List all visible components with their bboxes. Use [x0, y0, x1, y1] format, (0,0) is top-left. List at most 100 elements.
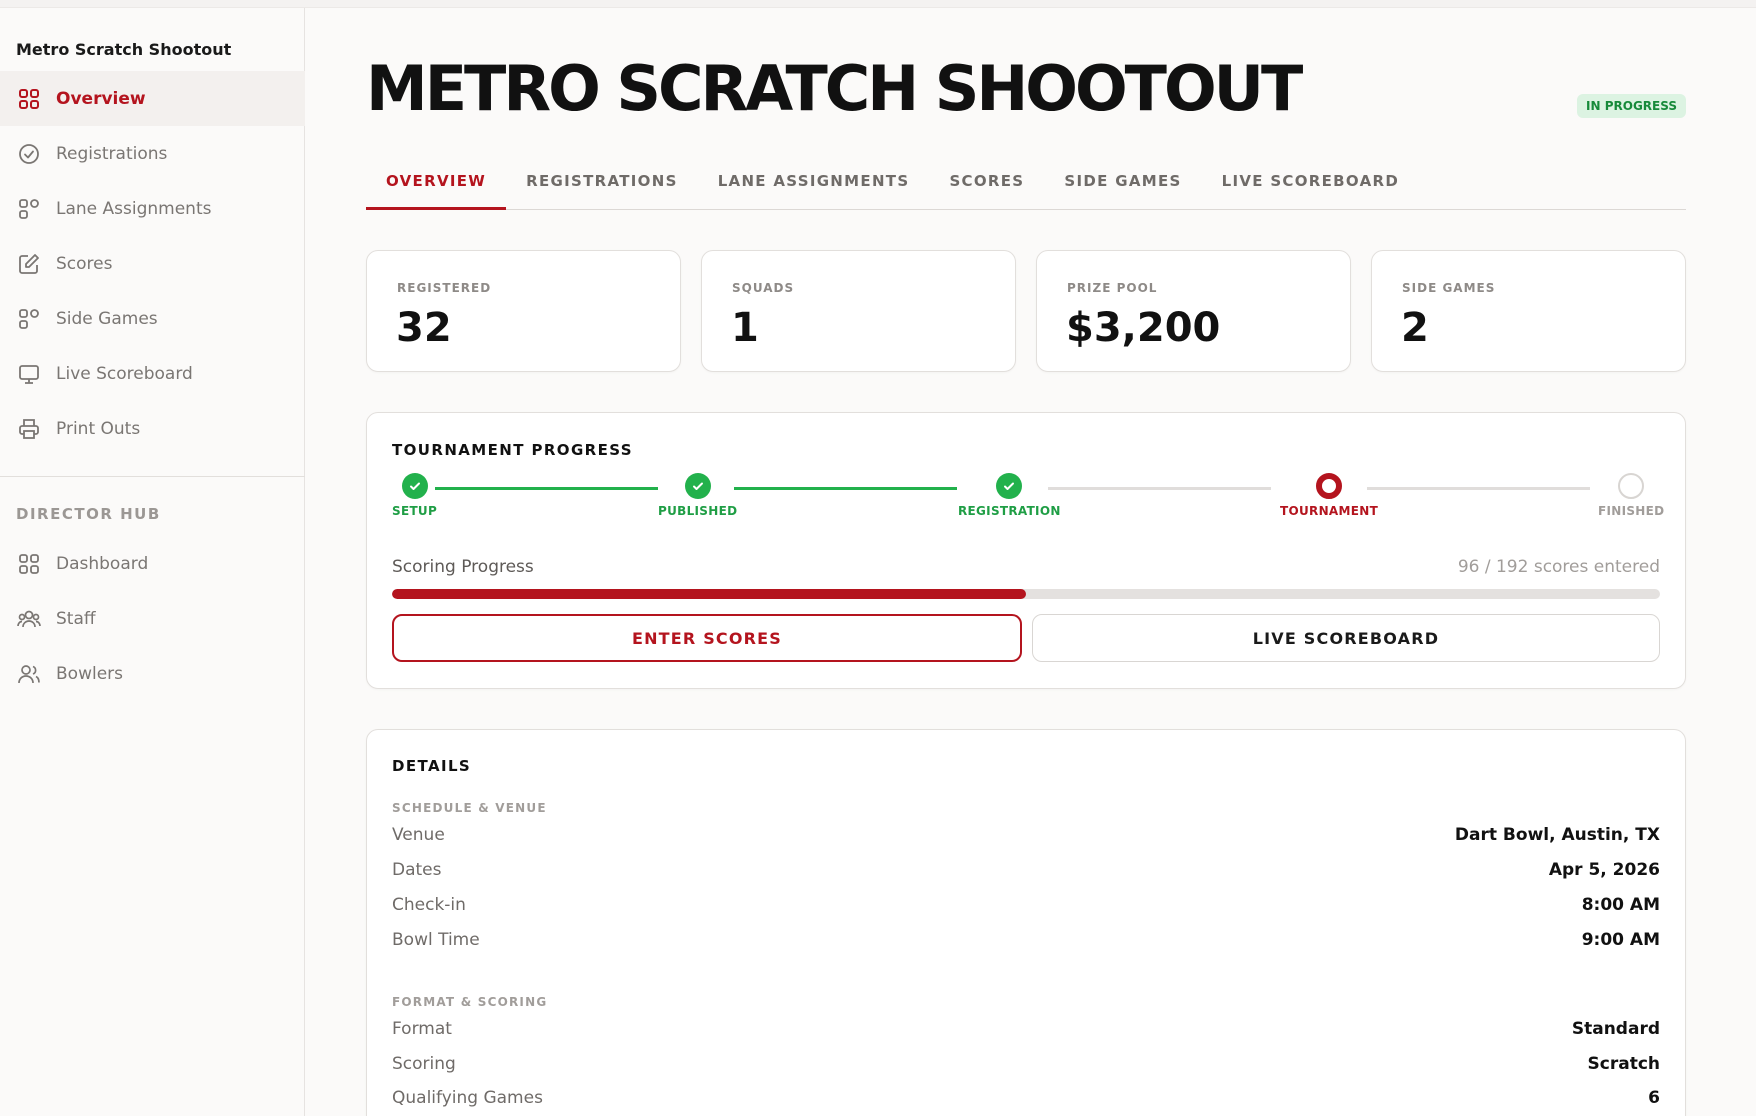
stat-label: PRIZE POOL: [1067, 281, 1158, 295]
detail-value: 8:00 AM: [1581, 895, 1660, 915]
tab-lane-assignments[interactable]: LANE ASSIGNMENTS: [698, 160, 930, 210]
tab-registrations[interactable]: REGISTRATIONS: [506, 160, 698, 210]
step-setup: SETUP: [392, 473, 437, 518]
detail-key: Venue: [392, 825, 445, 845]
sidebar-item-label: Lane Assignments: [56, 198, 212, 219]
live-scoreboard-button[interactable]: LIVE SCOREBOARD: [1032, 614, 1660, 662]
detail-key: Bowl Time: [392, 930, 480, 950]
step-registration: REGISTRATION: [958, 473, 1061, 518]
step-tournament: TOURNAMENT: [1280, 473, 1378, 518]
tab-live-scoreboard[interactable]: LIVE SCOREBOARD: [1202, 160, 1419, 210]
sidebar-item-live-scoreboard[interactable]: Live Scoreboard: [0, 346, 305, 401]
grid-icon: [16, 86, 42, 112]
scoring-progress-fill: [392, 589, 1026, 599]
detail-key: Qualifying Games: [392, 1088, 543, 1108]
lanes-icon: [16, 196, 42, 222]
detail-key: Dates: [392, 860, 442, 880]
detail-key: Format: [392, 1019, 452, 1039]
tab-side-games[interactable]: SIDE GAMES: [1044, 160, 1201, 210]
step-finished: FINISHED: [1598, 473, 1664, 518]
check-circle-icon: [16, 141, 42, 167]
detail-value: 6: [1648, 1088, 1660, 1108]
detail-value: Dart Bowl, Austin, TX: [1454, 825, 1660, 845]
step-connector: [734, 487, 957, 490]
detail-row-format: Format Standard: [392, 1014, 1660, 1044]
sidebar-item-label: Side Games: [56, 308, 158, 329]
dashboard-icon: [16, 551, 42, 577]
sidebar-item-label: Live Scoreboard: [56, 363, 193, 384]
stat-value: 2: [1401, 305, 1429, 351]
sidebar-divider: [0, 476, 305, 477]
stat-card-registered: REGISTERED 32: [366, 250, 681, 372]
step-label: SETUP: [392, 504, 438, 518]
detail-key: Check-in: [392, 895, 466, 915]
sidebar-item-label: Overview: [56, 88, 146, 109]
edit-icon: [16, 251, 42, 277]
progress-stepper: SETUP PUBLISHED REGISTRATION TOURNAMENT: [392, 473, 1664, 533]
detail-value: Standard: [1571, 1019, 1660, 1039]
tab-bar: OVERVIEW REGISTRATIONS LANE ASSIGNMENTS …: [366, 160, 1686, 210]
sidebar-item-registrations[interactable]: Registrations: [0, 126, 305, 181]
step-label: FINISHED: [1598, 504, 1665, 518]
stat-label: SIDE GAMES: [1402, 281, 1496, 295]
sidebar-item-label: Scores: [56, 253, 113, 274]
sidebar-item-bowlers[interactable]: Bowlers: [0, 646, 305, 701]
detail-value: Scratch: [1587, 1054, 1660, 1074]
detail-value: 9:00 AM: [1581, 930, 1660, 950]
stat-card-squads: SQUADS 1: [701, 250, 1016, 372]
step-connector: [435, 487, 658, 490]
stat-card-prize-pool: PRIZE POOL $3,200: [1036, 250, 1351, 372]
stat-value: 32: [396, 305, 452, 351]
check-icon: [996, 473, 1023, 499]
tournament-nav: Overview Registrations Lane Assignments …: [0, 71, 305, 456]
sidebar-item-scores[interactable]: Scores: [0, 236, 305, 291]
step-connector: [1048, 487, 1271, 490]
stat-label: SQUADS: [732, 281, 795, 295]
sidebar-item-lane-assignments[interactable]: Lane Assignments: [0, 181, 305, 236]
tab-overview[interactable]: OVERVIEW: [366, 160, 507, 210]
stat-label: REGISTERED: [397, 281, 492, 295]
tournament-progress-card: TOURNAMENT PROGRESS SETUP PUBLISHED REGI…: [366, 412, 1686, 689]
sidebar-item-label: Print Outs: [56, 418, 141, 439]
director-hub-nav: Dashboard Staff Bowlers: [0, 536, 305, 701]
status-badge: IN PROGRESS: [1577, 94, 1686, 118]
enter-scores-button[interactable]: ENTER SCORES: [392, 614, 1022, 662]
detail-row-bowl-time: Bowl Time 9:00 AM: [392, 925, 1660, 955]
step-published: PUBLISHED: [658, 473, 737, 518]
bowlers-icon: [16, 661, 42, 687]
pending-step-icon: [1618, 473, 1645, 499]
scoring-progress-label: Scoring Progress: [392, 557, 534, 577]
sidebar-item-label: Registrations: [56, 143, 168, 164]
detail-row-scoring: Scoring Scratch: [392, 1049, 1660, 1079]
scoring-progress-count: 96 / 192 scores entered: [1457, 557, 1660, 577]
step-label: REGISTRATION: [958, 504, 1061, 518]
sidebar-item-staff[interactable]: Staff: [0, 591, 305, 646]
sidebar-item-side-games[interactable]: Side Games: [0, 291, 305, 346]
detail-key: Scoring: [392, 1054, 456, 1074]
details-title: DETAILS: [392, 757, 472, 775]
stat-value: $3,200: [1066, 305, 1221, 351]
sidebar: Metro Scratch Shootout Overview Registra…: [0, 8, 305, 1116]
sidebar-item-dashboard[interactable]: Dashboard: [0, 536, 305, 591]
printer-icon: [16, 416, 42, 442]
detail-row-dates: Dates Apr 5, 2026: [392, 855, 1660, 885]
monitor-icon: [16, 361, 42, 387]
step-connector: [1367, 487, 1590, 490]
detail-row-venue: Venue Dart Bowl, Austin, TX: [392, 820, 1660, 850]
sidebar-item-print-outs[interactable]: Print Outs: [0, 401, 305, 456]
details-card: DETAILS SCHEDULE & VENUE Venue Dart Bowl…: [366, 729, 1686, 1116]
progress-title: TOURNAMENT PROGRESS: [392, 441, 633, 459]
side-games-icon: [16, 306, 42, 332]
detail-value: Apr 5, 2026: [1548, 860, 1660, 880]
director-hub-heading: DIRECTOR HUB: [16, 505, 161, 523]
schedule-heading: SCHEDULE & VENUE: [392, 801, 547, 815]
tab-scores[interactable]: SCORES: [929, 160, 1044, 210]
sidebar-item-overview[interactable]: Overview: [0, 71, 305, 126]
detail-row-qualifying-games: Qualifying Games 6: [392, 1083, 1660, 1113]
stat-value: 1: [731, 305, 759, 351]
check-icon: [684, 473, 711, 499]
scoring-progress-bar: [392, 589, 1660, 599]
step-label: PUBLISHED: [658, 504, 738, 518]
format-heading: FORMAT & SCORING: [392, 995, 548, 1009]
page-title: METRO SCRATCH SHOOTOUT: [366, 52, 1303, 125]
